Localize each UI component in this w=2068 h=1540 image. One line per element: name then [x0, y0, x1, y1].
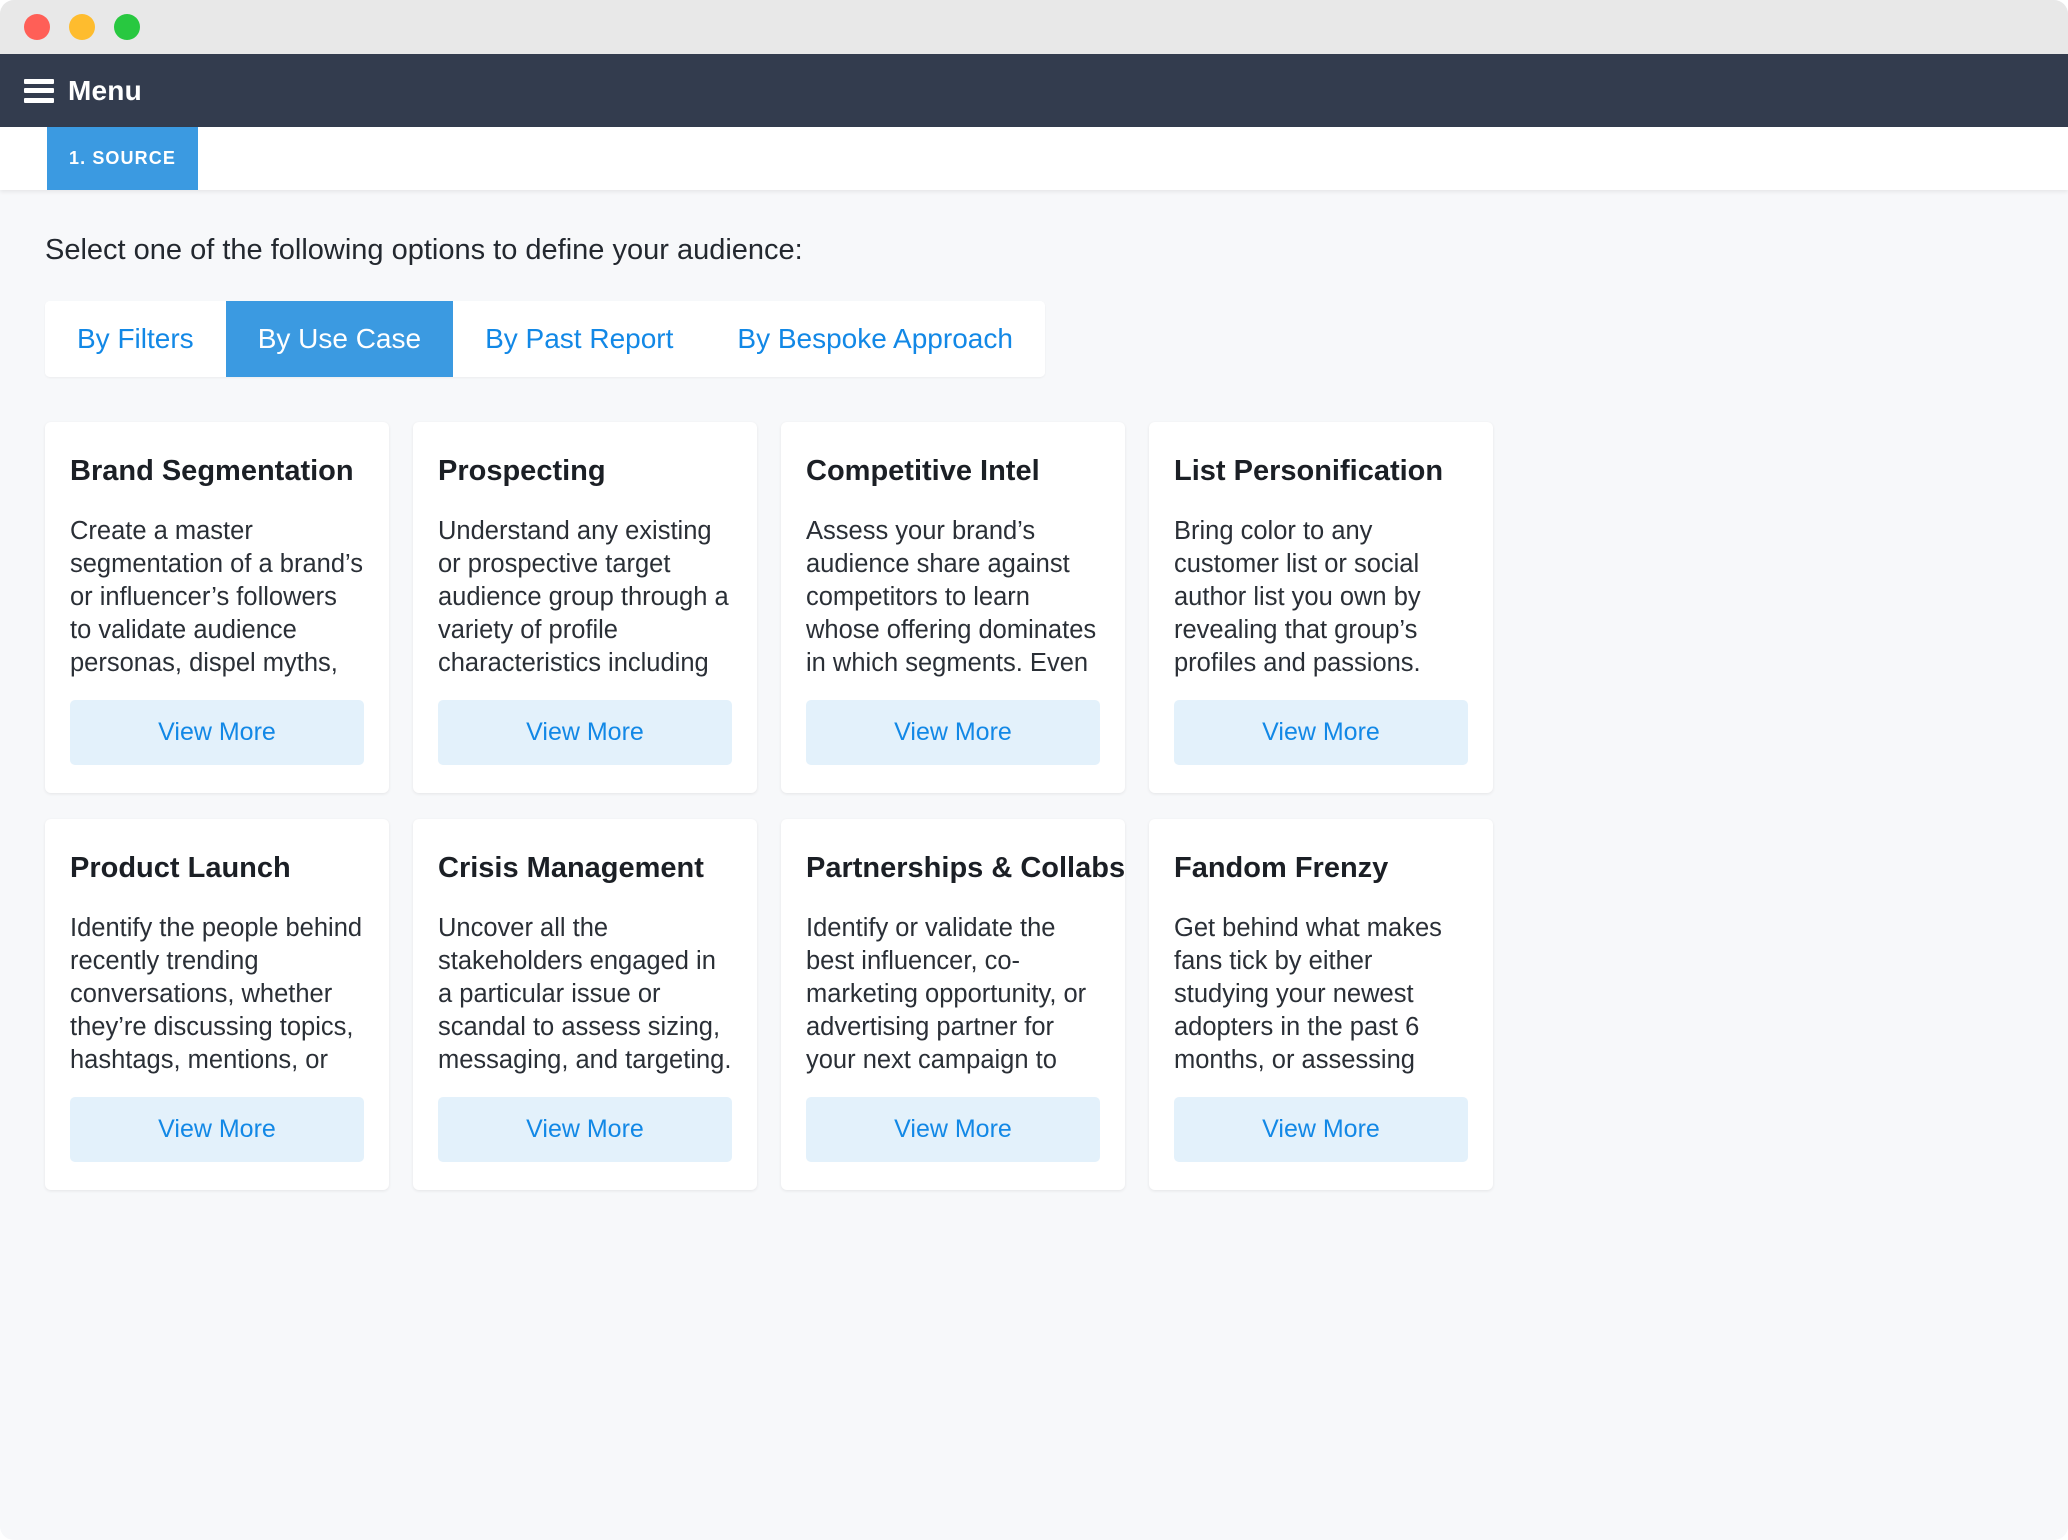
- source-tab-group: By Filters By Use Case By Past Report By…: [45, 301, 1045, 377]
- main-content: Select one of the following options to d…: [0, 190, 2068, 1540]
- use-case-card[interactable]: List Personification Bring color to any …: [1149, 422, 1493, 793]
- tab-by-past-report[interactable]: By Past Report: [453, 301, 706, 377]
- view-more-button[interactable]: View More: [1174, 1097, 1468, 1162]
- use-case-card[interactable]: Brand Segmentation Create a master segme…: [45, 422, 389, 793]
- close-button[interactable]: [24, 14, 50, 40]
- card-title: List Personification: [1174, 455, 1444, 487]
- use-case-card[interactable]: Product Launch Identify the people behin…: [45, 819, 389, 1190]
- hamburger-icon[interactable]: [24, 78, 54, 103]
- card-title: Prospecting: [438, 455, 606, 487]
- view-more-button[interactable]: View More: [438, 1097, 732, 1162]
- card-title: Partnerships & Collabs: [806, 852, 1126, 884]
- step-tab-source[interactable]: 1. SOURCE: [47, 127, 198, 190]
- card-description: Uncover all the stakeholders engaged in …: [438, 914, 732, 1074]
- view-more-button[interactable]: View More: [1174, 700, 1468, 765]
- card-title: Crisis Management: [438, 852, 704, 884]
- tab-by-filters[interactable]: By Filters: [45, 301, 226, 377]
- maximize-button[interactable]: [114, 14, 140, 40]
- step-tab-bar: 1. SOURCE: [0, 127, 2068, 190]
- traffic-lights: [24, 14, 140, 40]
- view-more-button[interactable]: View More: [438, 700, 732, 765]
- use-case-card[interactable]: Fandom Frenzy Get behind what makes fans…: [1149, 819, 1493, 1190]
- card-description: Identify the people behind recently tren…: [70, 914, 363, 1074]
- card-title: Brand Segmentation: [70, 455, 354, 487]
- app-header: Menu: [0, 54, 2068, 127]
- card-description: Create a master segmentation of a brand’…: [70, 517, 363, 677]
- card-description: Assess your brand’s audience share again…: [806, 517, 1097, 677]
- card-description: Get behind what makes fans tick by eithe…: [1174, 914, 1442, 1074]
- tab-by-use-case[interactable]: By Use Case: [225, 301, 454, 377]
- tab-by-bespoke-approach[interactable]: By Bespoke Approach: [705, 301, 1045, 377]
- card-title: Competitive Intel: [806, 455, 1040, 487]
- view-more-button[interactable]: View More: [806, 700, 1100, 765]
- card-description: Identify or validate the best influencer…: [806, 914, 1087, 1074]
- card-title: Fandom Frenzy: [1174, 852, 1389, 884]
- app-window: Menu 1. SOURCE Select one of the followi…: [0, 0, 2068, 1540]
- use-case-card[interactable]: Competitive Intel Assess your brand’s au…: [781, 422, 1125, 793]
- use-case-card[interactable]: Prospecting Understand any existing or p…: [413, 422, 757, 793]
- card-description: Bring color to any customer list or soci…: [1174, 517, 1421, 677]
- window-titlebar: [0, 0, 2068, 54]
- use-case-card-grid: Brand Segmentation Create a master segme…: [45, 422, 1497, 1190]
- view-more-button[interactable]: View More: [70, 1097, 364, 1162]
- view-more-button[interactable]: View More: [70, 700, 364, 765]
- use-case-card[interactable]: Partnerships & Collabs Identify or valid…: [781, 819, 1125, 1190]
- use-case-card[interactable]: Crisis Management Uncover all the stakeh…: [413, 819, 757, 1190]
- view-more-button[interactable]: View More: [806, 1097, 1100, 1162]
- minimize-button[interactable]: [69, 14, 95, 40]
- menu-label[interactable]: Menu: [68, 75, 142, 107]
- card-title: Product Launch: [70, 852, 291, 884]
- intro-text: Select one of the following options to d…: [45, 234, 803, 266]
- card-description: Understand any existing or prospective t…: [438, 517, 729, 677]
